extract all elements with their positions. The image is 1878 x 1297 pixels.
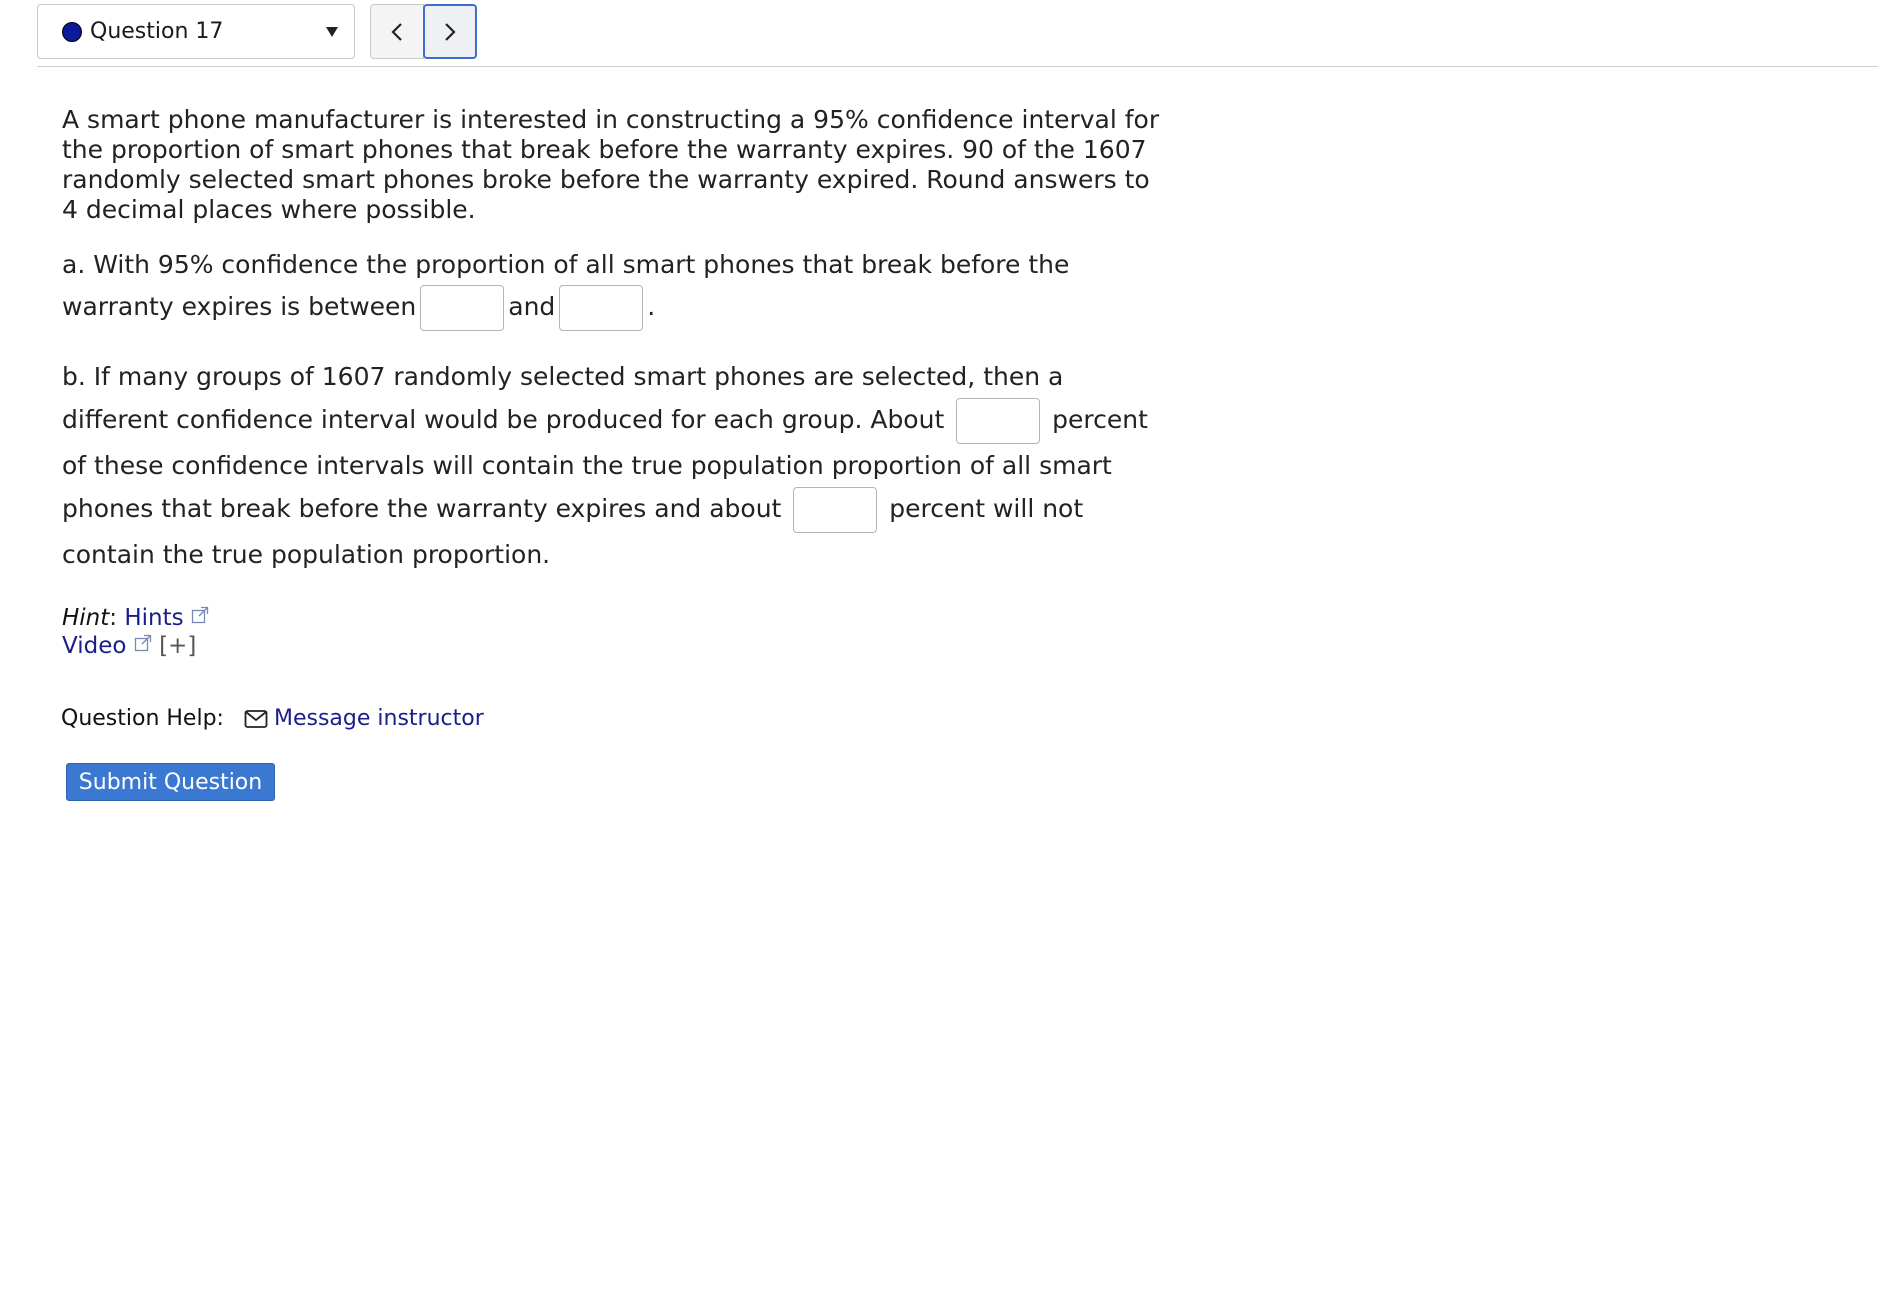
chevron-left-icon [391,22,402,41]
hints-link[interactable]: Hints [124,605,183,631]
question-intro: A smart phone manufacturer is interested… [62,105,1160,224]
question-nav-bar: Question 17 [37,4,1878,67]
hint-colon: : [109,605,118,631]
status-dot-icon [62,21,82,42]
page: Question 17 A smart phone manufacturer i… [0,0,1878,1297]
part-b-contain-input[interactable] [956,398,1041,444]
part-a-upper-input[interactable] [559,285,644,331]
caret-down-icon [326,27,338,37]
question-pager [370,4,478,59]
chevron-right-icon [445,22,456,41]
next-question-button[interactable] [423,4,477,59]
question-body: A smart phone manufacturer is interested… [62,105,1162,660]
part-b: b. If many groups of 1607 randomly selec… [62,355,1162,576]
part-a-text-3: . [647,292,656,321]
question-help-label: Question Help: [61,706,224,731]
hint-line: Hint: Hints [62,604,1162,632]
message-instructor-link[interactable]: Message instructor [274,706,484,731]
part-a-text-2: and [508,292,556,321]
question-select-label: Question 17 [90,19,224,44]
question-select[interactable]: Question 17 [37,4,355,59]
part-b-text-1: b. If many groups of 1607 randomly selec… [62,362,1064,434]
submit-question-button[interactable]: Submit Question [66,763,275,801]
video-link[interactable]: Video [62,633,126,659]
part-a-lower-input[interactable] [420,285,505,331]
video-line: Video [+] [62,632,1162,660]
part-b-not-contain-input[interactable] [793,487,878,533]
question-help: Question Help: Message instructor [61,706,484,731]
hint-label: Hint [62,605,110,631]
video-expand-toggle[interactable]: [+] [159,633,196,659]
envelope-icon [244,709,268,729]
external-link-icon [191,606,209,624]
external-link-icon [134,634,151,652]
part-a: a. With 95% confidence the proportion of… [62,245,1162,331]
previous-question-button[interactable] [370,4,424,59]
hint-block: Hint: Hints Video [+] [62,604,1162,660]
